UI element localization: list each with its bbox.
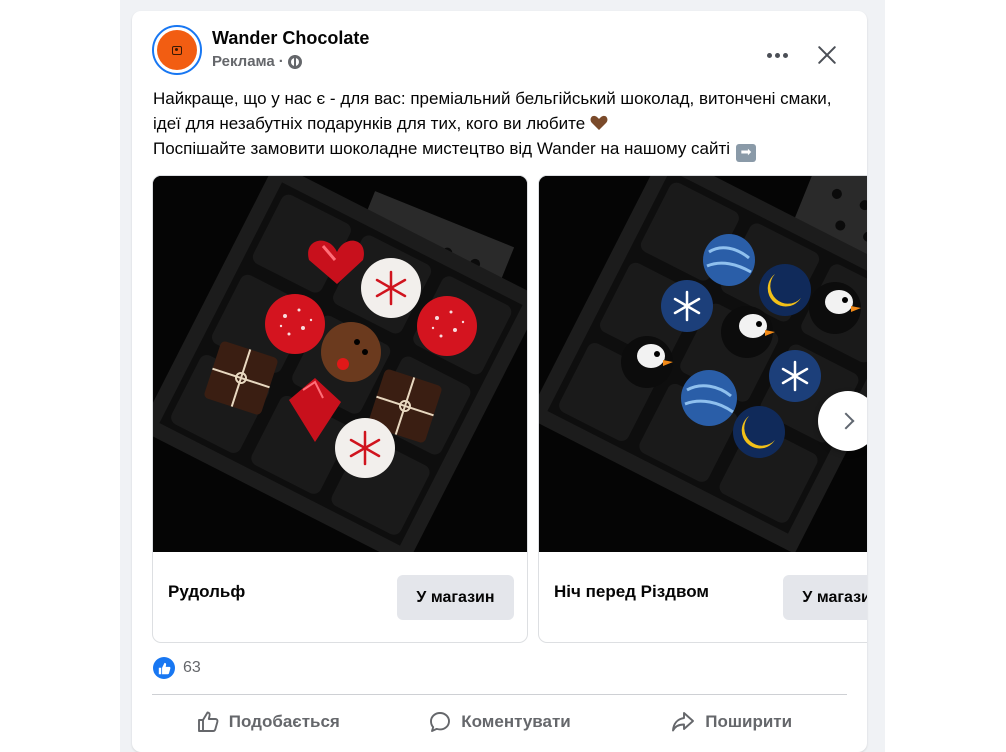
post-message: Найкраще, що у нас є - для вас: преміаль… bbox=[153, 86, 843, 162]
sponsored-post-card: Wander Chocolate Реклама · Найкраще, що … bbox=[132, 11, 867, 752]
like-label: Подобається bbox=[228, 712, 340, 731]
chevron-right-icon bbox=[837, 412, 854, 430]
post-meta: Реклама · bbox=[212, 53, 302, 70]
divider bbox=[152, 694, 847, 695]
product-image-night-before-christmas[interactable] bbox=[539, 176, 867, 552]
right-arrow-emoji-icon: ➡ bbox=[736, 144, 757, 162]
like-icon bbox=[153, 657, 175, 679]
comment-label: Коментувати bbox=[461, 712, 571, 731]
share-label: Поширити bbox=[705, 712, 793, 731]
shop-now-button[interactable]: У магазин bbox=[397, 575, 514, 620]
more-horizontal-icon bbox=[766, 52, 788, 58]
card-title[interactable]: Рудольф bbox=[168, 582, 245, 602]
share-icon bbox=[672, 712, 695, 732]
reaction-summary[interactable]: 63 bbox=[153, 657, 201, 679]
like-button[interactable]: Подобається bbox=[152, 700, 384, 744]
sponsored-label[interactable]: Реклама bbox=[212, 53, 275, 70]
post-text-line-2: Поспішайте замовити шоколадне мистецтво … bbox=[153, 139, 731, 158]
brown-heart-emoji-icon bbox=[590, 115, 608, 130]
card-footer: Рудольф У магазин bbox=[153, 552, 527, 642]
post-header: Wander Chocolate Реклама · bbox=[152, 25, 847, 77]
product-carousel: Рудольф У магазин Ніч перед Різдвом У ма… bbox=[152, 175, 867, 643]
product-image-rudolph[interactable] bbox=[153, 176, 527, 552]
page-name-link[interactable]: Wander Chocolate bbox=[212, 28, 369, 49]
wander-logo-icon bbox=[157, 30, 197, 70]
page-avatar[interactable] bbox=[152, 25, 202, 75]
post-actions: Подобається Коментувати Поширити bbox=[152, 700, 847, 744]
reaction-count[interactable]: 63 bbox=[183, 659, 201, 677]
thumbs-up-icon bbox=[197, 711, 219, 732]
hide-post-button[interactable] bbox=[809, 37, 845, 73]
carousel-card-rudolph[interactable]: Рудольф У магазин bbox=[152, 175, 528, 643]
comment-icon bbox=[430, 712, 451, 732]
comment-button[interactable]: Коментувати bbox=[384, 700, 616, 744]
card-footer: Ніч перед Різдвом У магазин bbox=[539, 552, 867, 642]
close-icon bbox=[817, 45, 837, 65]
meta-separator: · bbox=[278, 53, 284, 70]
post-text-line-1: Найкраще, що у нас є - для вас: преміаль… bbox=[153, 89, 832, 133]
more-options-button[interactable] bbox=[759, 37, 795, 73]
share-button[interactable]: Поширити bbox=[615, 700, 847, 744]
carousel-card-night-before-christmas[interactable]: Ніч перед Різдвом У магазин bbox=[538, 175, 867, 643]
globe-icon bbox=[287, 54, 302, 69]
card-title[interactable]: Ніч перед Різдвом bbox=[554, 582, 709, 602]
shop-now-button[interactable]: У магазин bbox=[783, 575, 867, 620]
